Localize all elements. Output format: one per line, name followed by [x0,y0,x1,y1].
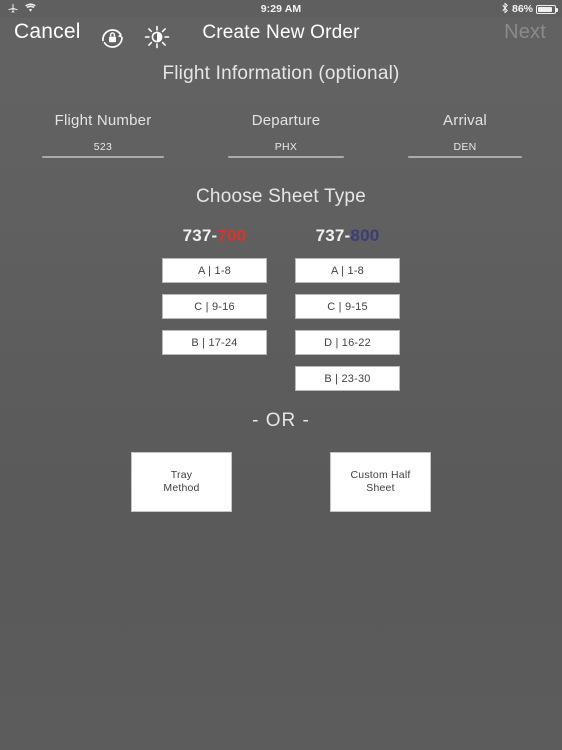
model-737-700-heading: 737-700 [162,226,267,246]
flight-number-underline [42,156,164,158]
model-prefix-700: 737- [182,226,218,245]
choose-sheet-type-title: Choose Sheet Type [196,186,366,207]
sheet-button-800-b-23-30[interactable]: B | 23-30 [295,366,400,391]
arrival-input[interactable]: DEN [408,141,522,154]
model-prefix-800: 737- [315,226,351,245]
sheet-button-800-d-16-22[interactable]: D | 16-22 [295,330,400,355]
status-bar-time: 9:29 AM [260,3,302,15]
model-suffix-700: 700 [217,226,247,245]
departure-label: Departure [251,112,321,129]
bluetooth-icon [501,1,509,17]
model-suffix-800: 800 [350,226,380,245]
page-title: Create New Order [202,22,360,43]
status-bar-right-group: 86% [501,0,558,18]
departure-field-group: Departure PHX [228,112,344,158]
sheet-button-700-a-1-8[interactable]: A | 1-8 [162,258,267,283]
model-737-800-heading: 737-800 [295,226,400,246]
battery-icon [536,4,558,14]
status-bar: 9:29 AM 86% [0,0,562,18]
app-screen: 9:29 AM 86% Cancel Create New Order Next… [0,0,562,750]
sheet-button-700-c-9-16[interactable]: C | 9-16 [162,294,267,319]
flight-information-title: Flight Information (optional) [162,63,400,84]
flight-number-input[interactable]: 523 [42,141,164,154]
custom-half-sheet-button[interactable]: Custom Half Sheet [330,452,431,512]
sheet-button-800-a-1-8[interactable]: A | 1-8 [295,258,400,283]
sheet-button-800-c-9-15[interactable]: C | 9-15 [295,294,400,319]
flight-number-label: Flight Number [54,112,152,129]
arrival-field-group: Arrival DEN [408,112,522,158]
navigation-bar: Cancel Create New Order Next [0,18,562,54]
departure-input[interactable]: PHX [228,141,344,154]
flight-number-field-group: Flight Number 523 [42,112,164,158]
battery-percent-label: 86% [511,3,533,15]
arrival-underline [408,156,522,158]
next-button[interactable]: Next [504,21,546,44]
or-separator-label: - OR - [252,410,310,431]
arrival-label: Arrival [443,112,487,129]
sheet-button-700-b-17-24[interactable]: B | 17-24 [162,330,267,355]
tray-method-button[interactable]: Tray Method [131,452,232,512]
departure-underline [228,156,344,158]
